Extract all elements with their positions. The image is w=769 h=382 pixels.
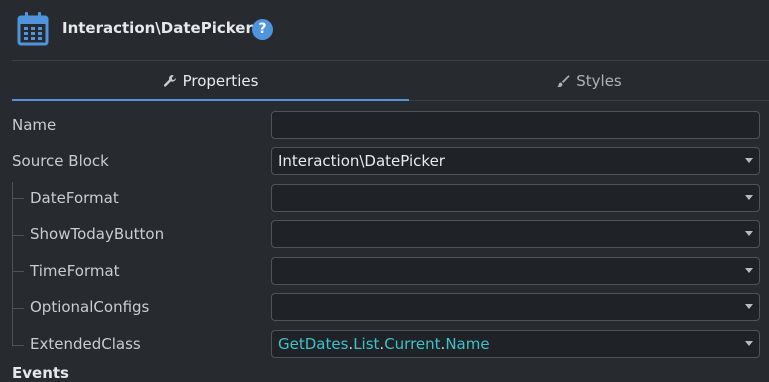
panel-header: Interaction\DatePicker ? bbox=[0, 0, 769, 60]
brush-icon bbox=[557, 75, 570, 88]
property-row-dateformat: DateFormat bbox=[0, 184, 769, 214]
extendedclass-label: ExtendedClass bbox=[30, 335, 141, 353]
events-section-heading: Events bbox=[12, 364, 69, 382]
showtodaybutton-select[interactable] bbox=[271, 220, 760, 248]
chevron-down-icon bbox=[745, 304, 753, 309]
chevron-down-icon bbox=[745, 195, 753, 200]
source-block-value: Interaction\DatePicker bbox=[278, 152, 445, 170]
timeformat-label: TimeFormat bbox=[30, 262, 120, 280]
property-row-name: Name bbox=[0, 111, 769, 141]
chevron-down-icon bbox=[745, 268, 753, 273]
extendedclass-select[interactable]: GetDates.List.Current.Name bbox=[271, 330, 760, 358]
dateformat-label: DateFormat bbox=[30, 189, 119, 207]
name-label: Name bbox=[12, 116, 57, 134]
calendar-icon bbox=[17, 12, 49, 46]
extendedclass-expression: GetDates.List.Current.Name bbox=[278, 335, 490, 353]
wrench-icon bbox=[163, 75, 176, 87]
help-icon[interactable]: ? bbox=[252, 19, 273, 40]
timeformat-select[interactable] bbox=[271, 257, 760, 285]
expression-token: GetDates bbox=[278, 335, 349, 353]
showtodaybutton-label: ShowTodayButton bbox=[30, 225, 165, 243]
tab-styles[interactable]: Styles bbox=[409, 61, 769, 101]
chevron-down-icon bbox=[745, 158, 753, 163]
property-row-optionalconfigs: OptionalConfigs bbox=[0, 293, 769, 323]
optionalconfigs-label: OptionalConfigs bbox=[30, 298, 150, 316]
expression-token: List bbox=[353, 335, 380, 353]
tabs-border bbox=[409, 100, 769, 101]
chevron-down-icon bbox=[745, 341, 753, 346]
dateformat-select[interactable] bbox=[271, 184, 760, 212]
tab-styles-label: Styles bbox=[576, 72, 622, 90]
expression-token: Name bbox=[445, 335, 490, 353]
property-row-extendedclass: ExtendedClass GetDates.List.Current.Name bbox=[0, 330, 769, 360]
source-block-select[interactable]: Interaction\DatePicker bbox=[271, 147, 760, 175]
expression-token: Current bbox=[384, 335, 441, 353]
name-input[interactable] bbox=[271, 111, 760, 139]
property-row-source-block: Source Block Interaction\DatePicker bbox=[0, 147, 769, 177]
tab-bar: Properties Styles bbox=[12, 61, 769, 101]
active-tab-indicator bbox=[12, 99, 409, 101]
optionalconfigs-select[interactable] bbox=[271, 293, 760, 321]
tab-properties[interactable]: Properties bbox=[12, 61, 409, 101]
source-block-label: Source Block bbox=[12, 152, 109, 170]
tab-properties-label: Properties bbox=[182, 72, 259, 90]
property-row-timeformat: TimeFormat bbox=[0, 257, 769, 287]
property-row-showtodaybutton: ShowTodayButton bbox=[0, 220, 769, 250]
chevron-down-icon bbox=[745, 231, 753, 236]
panel-title: Interaction\DatePicker bbox=[62, 19, 253, 37]
